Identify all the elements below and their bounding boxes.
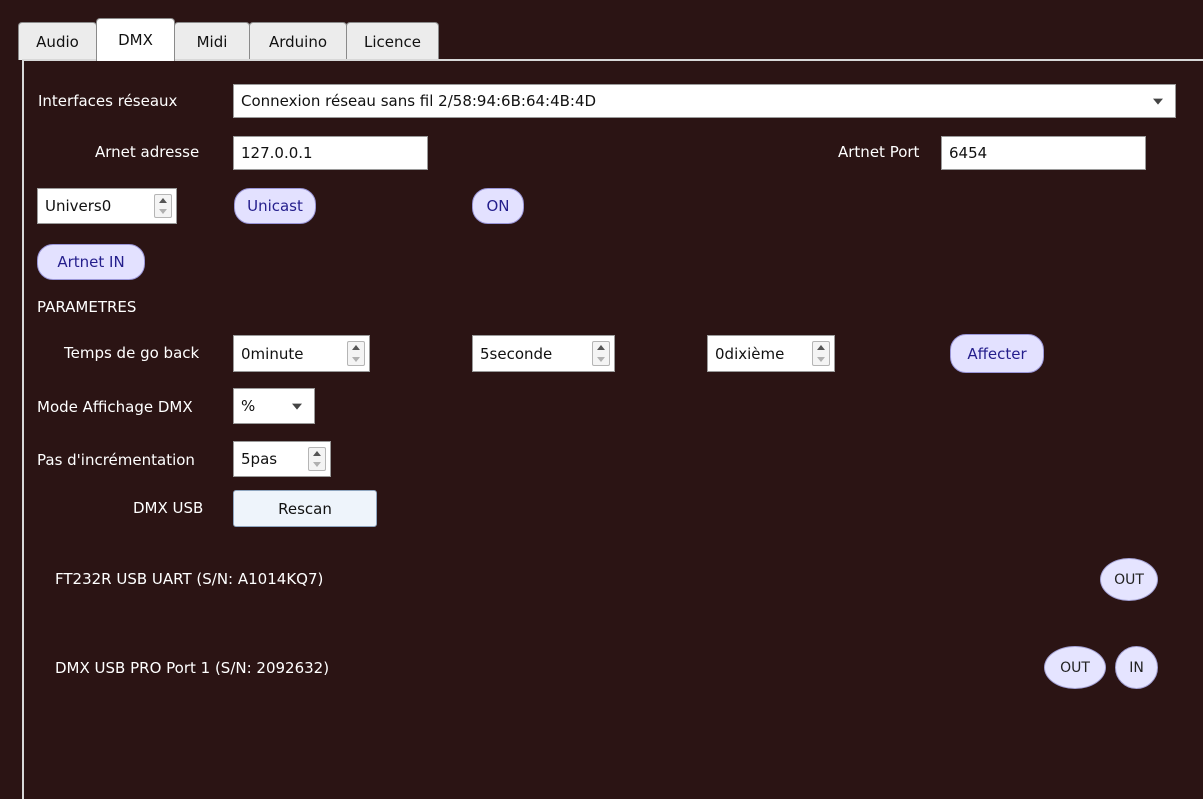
minutes-spinbox[interactable]: 0minute [233, 335, 370, 372]
device-name: FT232R USB UART (S/N: A1014KQ7) [55, 570, 324, 588]
chevron-down-icon [292, 403, 302, 410]
display-mode-select[interactable]: % [233, 388, 315, 424]
tenths-value: 0dixième [715, 344, 785, 363]
goback-label: Temps de go back [64, 344, 200, 362]
device-out-button[interactable]: OUT [1100, 558, 1158, 601]
unicast-button[interactable]: Unicast [234, 188, 316, 224]
on-button[interactable]: ON [472, 188, 524, 224]
chevron-down-icon [1153, 98, 1163, 105]
tab-midi[interactable]: Midi [174, 22, 250, 60]
interface-select-value: Connexion réseau sans fil 2/58:94:6B:64:… [241, 92, 597, 110]
increment-value: 5pas [241, 450, 278, 468]
universe-spinbox[interactable]: Univers0 [37, 188, 177, 224]
device-in-button[interactable]: IN [1115, 646, 1158, 689]
tab-arduino[interactable]: Arduino [249, 22, 347, 60]
address-input[interactable]: 127.0.0.1 [233, 136, 428, 170]
spin-arrows-icon[interactable] [154, 194, 172, 218]
seconds-spinbox[interactable]: 5seconde [472, 335, 615, 372]
device-out-button[interactable]: OUT [1044, 646, 1106, 689]
rescan-button[interactable]: Rescan [233, 490, 377, 527]
spin-arrows-icon[interactable] [347, 341, 365, 366]
dmx-panel [22, 59, 1203, 799]
parametres-heading: PARAMETRES [37, 298, 137, 316]
tab-licence[interactable]: Licence [346, 22, 439, 60]
seconds-value: 5seconde [480, 344, 553, 363]
universe-value: Univers0 [45, 197, 112, 215]
apply-button[interactable]: Affecter [950, 334, 1044, 373]
artnet-in-button[interactable]: Artnet IN [37, 244, 145, 280]
spin-arrows-icon[interactable] [308, 447, 326, 471]
increment-label: Pas d'incrémentation [37, 451, 195, 469]
tenths-spinbox[interactable]: 0dixième [707, 335, 835, 372]
tab-dmx[interactable]: DMX [96, 18, 175, 61]
spin-arrows-icon[interactable] [812, 341, 830, 366]
dmx-usb-label: DMX USB [133, 499, 204, 517]
increment-spinbox[interactable]: 5pas [233, 441, 331, 477]
interface-select[interactable]: Connexion réseau sans fil 2/58:94:6B:64:… [233, 84, 1176, 118]
device-name: DMX USB PRO Port 1 (S/N: 2092632) [55, 659, 330, 677]
address-label: Arnet adresse [95, 143, 200, 161]
display-mode-label: Mode Affichage DMX [37, 398, 193, 416]
interfaces-label: Interfaces réseaux [38, 92, 178, 110]
spin-arrows-icon[interactable] [592, 341, 610, 366]
minutes-value: 0minute [241, 344, 304, 363]
display-mode-value: % [241, 397, 256, 415]
port-input[interactable]: 6454 [941, 136, 1146, 170]
tab-audio[interactable]: Audio [18, 22, 97, 60]
port-label: Artnet Port [838, 143, 920, 161]
